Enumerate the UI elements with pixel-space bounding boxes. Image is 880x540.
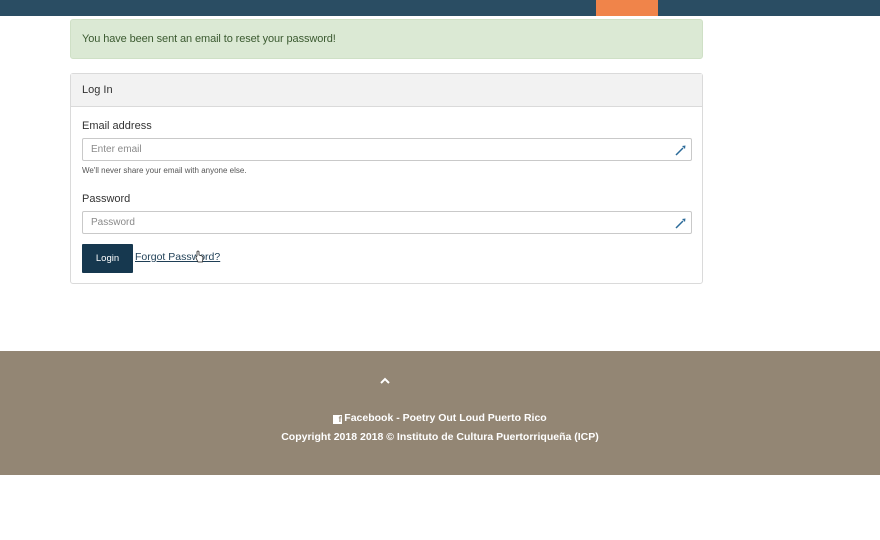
- login-button[interactable]: Login: [82, 244, 133, 273]
- key-icon[interactable]: [674, 216, 688, 230]
- chevron-up-icon[interactable]: [379, 376, 391, 386]
- page-footer: f Facebook - Poetry Out Loud Puerto Rico …: [0, 351, 880, 475]
- top-nav-bar: [0, 0, 880, 16]
- email-help-text: We'll never share your email with anyone…: [82, 166, 247, 175]
- cursor-icon: [195, 250, 204, 263]
- facebook-icon: f: [333, 415, 343, 424]
- success-alert: You have been sent an email to reset you…: [70, 19, 703, 59]
- password-label: Password: [82, 193, 131, 205]
- active-nav-tab[interactable]: [596, 0, 658, 16]
- key-icon[interactable]: [674, 143, 688, 157]
- email-field-wrap: [82, 138, 692, 161]
- password-field-wrap: [82, 211, 692, 234]
- password-field[interactable]: [83, 212, 663, 233]
- email-field[interactable]: [83, 139, 663, 160]
- copyright-text: Copyright 2018 2018 © Instituto de Cultu…: [281, 431, 599, 443]
- login-card: Log In Email address We'll never share y…: [70, 73, 703, 284]
- facebook-link-label: Facebook - Poetry Out Loud Puerto Rico: [344, 412, 547, 424]
- alert-message: You have been sent an email to reset you…: [82, 33, 336, 45]
- card-header: Log In: [71, 74, 702, 107]
- forgot-password-link[interactable]: Forgot Password?: [135, 251, 220, 263]
- facebook-link[interactable]: f Facebook - Poetry Out Loud Puerto Rico: [0, 412, 880, 424]
- email-label: Email address: [82, 120, 152, 132]
